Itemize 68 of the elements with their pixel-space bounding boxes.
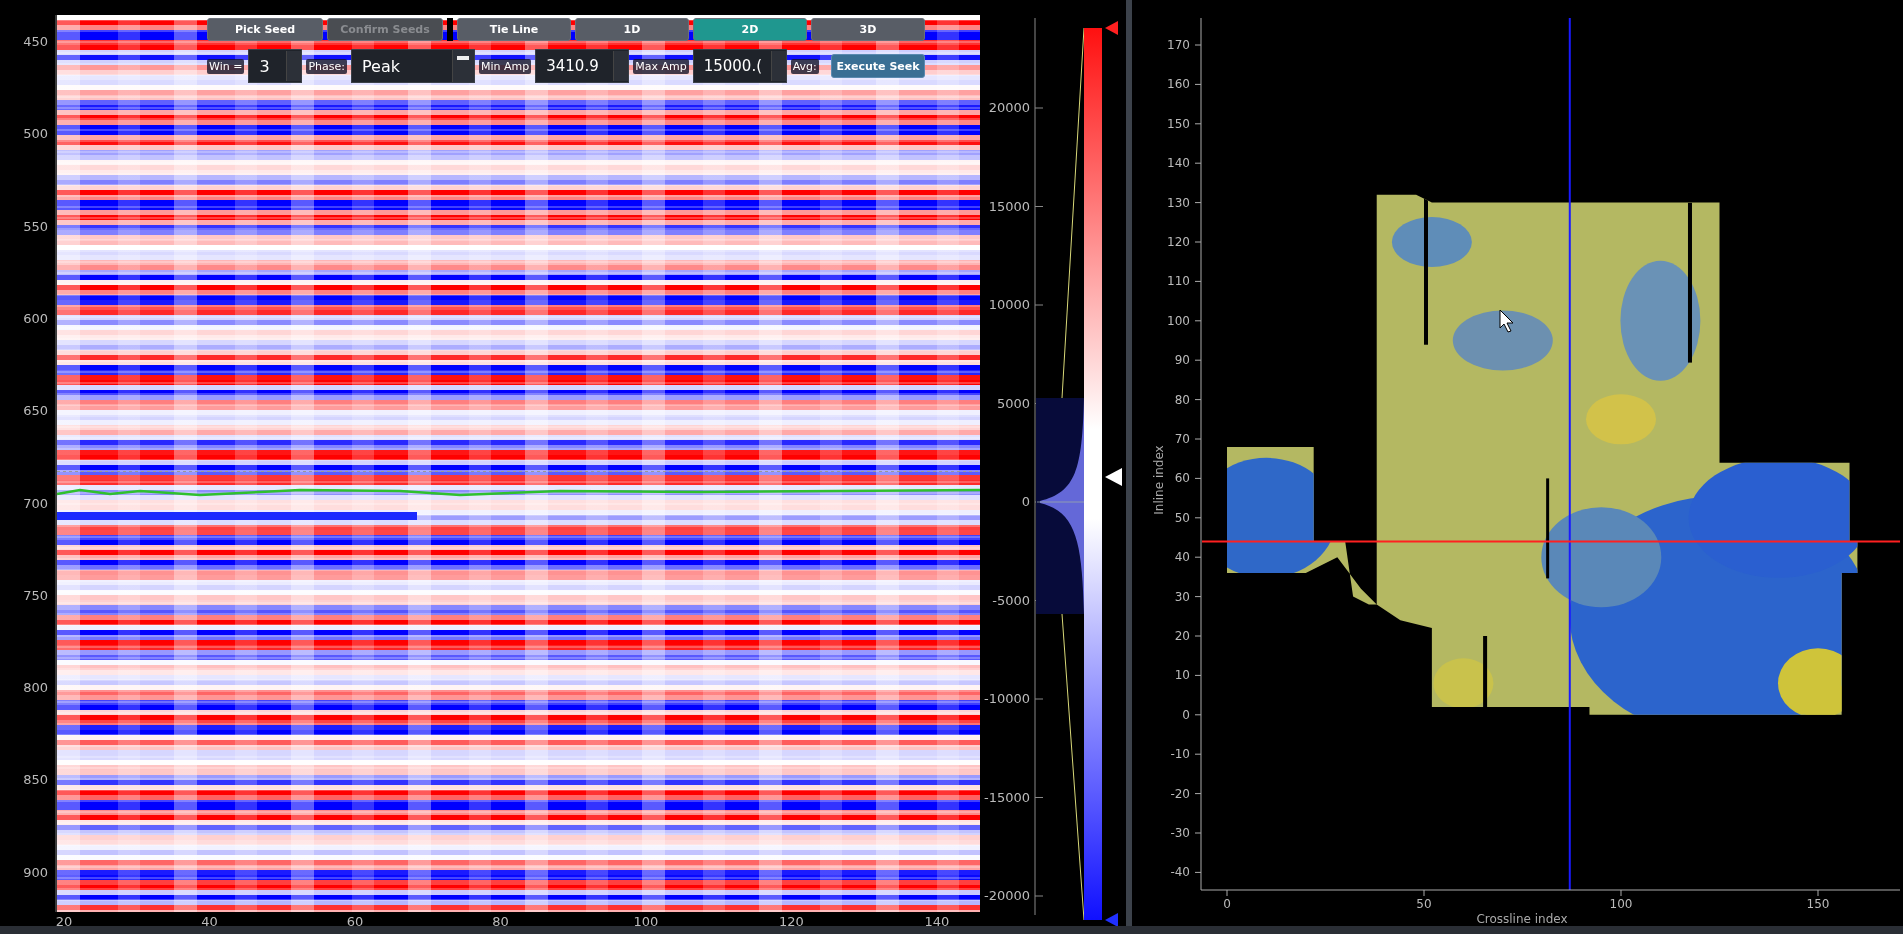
axis-label: 800 [23,680,48,696]
axis-title: Crossline index [1476,912,1568,926]
axis-label: -10000 [983,691,1030,706]
axis-label: 160 [1167,77,1190,92]
axis-label: 20000 [988,100,1030,115]
axis-label: 90 [1174,353,1190,368]
axis-label: -10 [1170,747,1190,762]
axis-title: Inline index [1152,445,1166,515]
axis-label: -20 [1170,786,1190,801]
axis-label: 20 [1174,629,1190,643]
axis-label: 900 [23,864,48,880]
dropdown[interactable]: Peak [350,49,475,83]
axis-label: 60 [346,914,364,926]
dash-icon [457,56,470,60]
axis-label: 100 [1167,313,1190,328]
axis-label: 30 [1174,589,1190,604]
axis-label: 150 [1167,116,1190,131]
axis-label: 110 [1167,274,1190,289]
axis-label: 100 [1609,897,1633,911]
axis-label: -20000 [983,888,1030,903]
mode-tab[interactable]: Tie Line [457,18,571,41]
spin-box[interactable]: 3410.9 [535,49,630,83]
colorbar-handle[interactable] [1105,21,1118,35]
cursor-icon [1499,309,1514,333]
axis-label: 0 [1182,707,1190,722]
spin-box[interactable]: 15000.( [692,49,787,83]
axis-label: 700 [23,495,48,511]
axis-label: -30 [1170,826,1190,840]
colorbar-handle[interactable] [1105,468,1122,486]
axis-label: 20 [55,914,73,926]
axis-label: 10000 [988,297,1030,312]
axis-label: 550 [23,218,48,234]
axis-label: 60 [1174,471,1190,486]
mode-tab[interactable]: 1D [575,18,689,41]
axis-label: 0 [1223,897,1231,911]
axis-label: 80 [1174,392,1190,407]
axis-label: 140 [924,914,950,926]
axis-label: -40 [1170,865,1190,880]
axis-label: 500 [23,126,48,142]
spin-box[interactable]: 3 [248,49,303,83]
axis-label: 70 [1174,432,1190,446]
axis-label: 120 [779,914,804,926]
axis-label: 0 [1021,494,1030,509]
axis-label: 80 [492,914,509,926]
axis-label: 5000 [996,395,1030,411]
axis-label: 50 [1416,897,1432,911]
axis-label: 650 [23,403,48,419]
axis-label: 120 [1167,235,1190,249]
axis-label: 140 [1167,156,1190,171]
axis-label: 40 [201,914,218,926]
axis-label: 450 [23,34,48,49]
axis-label: 150 [1806,897,1830,911]
axis-label: -15000 [983,789,1030,805]
axis-label: 750 [23,587,48,603]
axis-label: 170 [1167,38,1190,52]
action-button[interactable]: Pick Seed [207,18,323,41]
axis-label: 10 [1174,668,1190,683]
axis-label: 130 [1167,195,1190,210]
axis-label: 100 [633,914,659,926]
mode-tab[interactable]: 2D [693,18,807,41]
axis-label: -5000 [992,592,1030,608]
axis-label: 15000 [988,198,1030,214]
axis-label: 40 [1174,550,1190,565]
axis-label: 50 [1174,510,1190,525]
axis-label: 850 [23,772,48,788]
execute-button[interactable]: Execute Seek [831,54,925,78]
axis-label: 600 [23,310,48,326]
mode-tab[interactable]: 3D [811,18,925,41]
